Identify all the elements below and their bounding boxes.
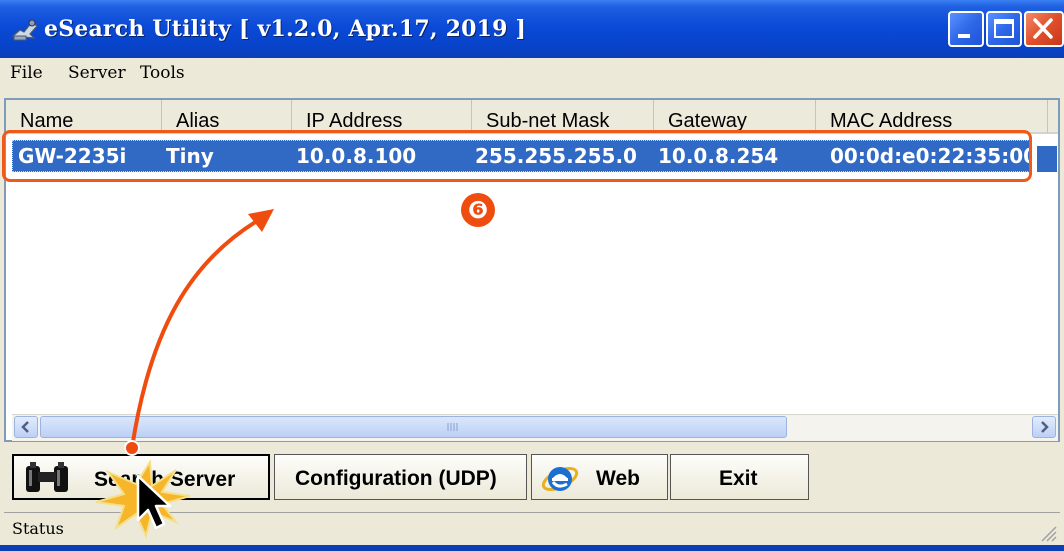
- exit-label: Exit: [719, 467, 758, 490]
- column-header-name[interactable]: Name: [6, 100, 162, 134]
- window-title: eSearch Utility [ v1.2.0, Apr.17, 2019 ]: [44, 16, 527, 42]
- maximize-icon: [994, 19, 1014, 38]
- step-number-badge: ❻: [461, 193, 495, 227]
- configuration-label: Configuration (UDP): [295, 467, 497, 490]
- grip-icon: [447, 423, 458, 431]
- search-server-label: Search Server: [94, 468, 236, 491]
- column-header-filler: [1048, 100, 1058, 134]
- column-header-mac[interactable]: MAC Address: [816, 100, 1048, 134]
- highlight-frame: [2, 130, 1032, 182]
- menu-tools[interactable]: Tools: [140, 63, 185, 83]
- menu-file[interactable]: File: [10, 63, 43, 83]
- exit-button[interactable]: Exit: [670, 454, 809, 500]
- binoculars-icon: [26, 462, 68, 492]
- search-server-button[interactable]: Search Server: [12, 454, 270, 500]
- internet-explorer-icon: [541, 466, 579, 492]
- scroll-left-button[interactable]: [14, 416, 38, 438]
- status-bar: Status: [4, 512, 1060, 545]
- maximize-button[interactable]: [986, 11, 1022, 47]
- table-row-selected-tail: [1037, 146, 1057, 172]
- minimize-icon: [958, 34, 970, 38]
- column-header-ip[interactable]: IP Address: [292, 100, 472, 134]
- chevron-right-icon: [1041, 421, 1049, 433]
- column-header-alias[interactable]: Alias: [162, 100, 292, 134]
- close-button[interactable]: [1024, 11, 1064, 47]
- title-bar[interactable]: eSearch Utility [ v1.2.0, Apr.17, 2019 ]: [0, 0, 1064, 58]
- chevron-left-icon: [21, 421, 29, 433]
- resize-grip-icon[interactable]: [1038, 523, 1058, 543]
- web-label: Web: [596, 467, 640, 490]
- close-icon: [1033, 18, 1053, 39]
- list-header: Name Alias IP Address Sub-net Mask Gatew…: [6, 100, 1058, 134]
- column-header-mask[interactable]: Sub-net Mask: [472, 100, 654, 134]
- minimize-button[interactable]: [948, 11, 984, 47]
- web-button[interactable]: Web: [531, 454, 668, 500]
- scroll-right-button[interactable]: [1032, 416, 1056, 438]
- app-icon: [11, 19, 38, 41]
- configuration-button[interactable]: Configuration (UDP): [274, 454, 527, 500]
- column-header-gateway[interactable]: Gateway: [654, 100, 816, 134]
- esearch-window: eSearch Utility [ v1.2.0, Apr.17, 2019 ]…: [0, 0, 1064, 551]
- menu-bar: File Server Tools: [0, 58, 1064, 92]
- menu-server[interactable]: Server: [68, 63, 126, 83]
- window-bottom-border: [0, 545, 1064, 551]
- status-label: Status: [12, 519, 64, 538]
- arrow-origin-dot: [124, 440, 140, 456]
- scroll-thumb[interactable]: [40, 416, 787, 438]
